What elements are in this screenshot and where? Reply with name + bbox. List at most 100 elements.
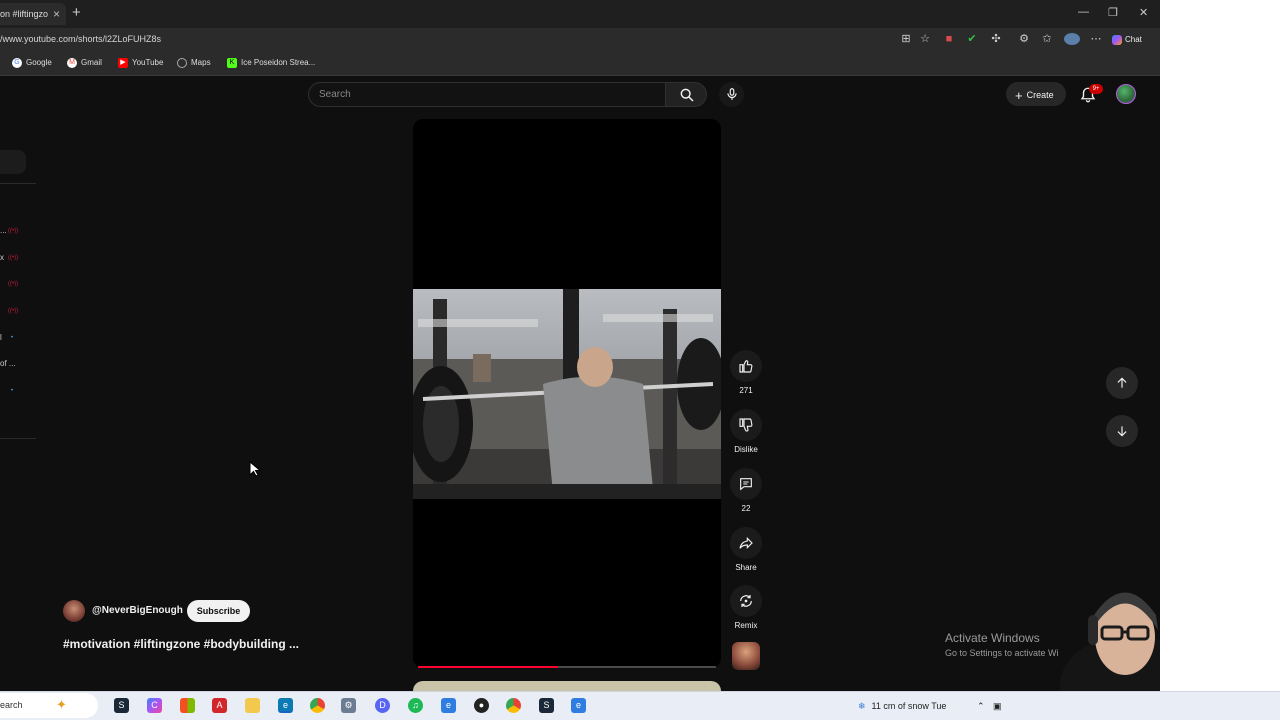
discord-icon[interactable]: D — [375, 698, 390, 713]
webcam-overlay — [1020, 575, 1160, 691]
share-button[interactable] — [730, 527, 762, 559]
subscribe-button[interactable]: Subscribe — [187, 600, 250, 622]
remix-button[interactable] — [730, 585, 762, 617]
progress-fill — [418, 666, 559, 668]
steam-icon[interactable]: S — [114, 698, 129, 713]
app-icon[interactable]: ⚙ — [341, 698, 356, 713]
split-screen-icon[interactable]: ⚙ — [1018, 33, 1030, 45]
arrow-down-icon — [1117, 426, 1127, 437]
minimize-icon[interactable]: — — [1078, 6, 1089, 18]
channel-avatar[interactable] — [63, 600, 85, 622]
next-short-button[interactable] — [1106, 415, 1138, 447]
video-caption[interactable]: #motivation #liftingzone #bodybuilding .… — [63, 637, 299, 651]
live-icon: ((•)) — [8, 255, 19, 261]
close-window-icon[interactable]: ✕ — [1139, 6, 1148, 19]
amd-icon[interactable]: A — [212, 698, 227, 713]
copilot-chat-button[interactable]: Chat — [1112, 32, 1156, 48]
channel-name[interactable]: @NeverBigEnough — [92, 605, 183, 616]
next-short-preview[interactable] — [413, 681, 721, 691]
bookmark-label: Ice Poseidon Strea... — [241, 58, 316, 68]
microsoft-store-icon[interactable] — [180, 698, 195, 713]
live-icon: ((•)) — [8, 281, 19, 287]
desktop-background — [1160, 0, 1280, 691]
sidebar-subscription-item[interactable]: x — [0, 253, 4, 262]
dislike-button[interactable] — [730, 409, 762, 441]
extensions-puzzle-icon[interactable]: ✣ — [990, 33, 1002, 45]
more-menu-icon[interactable]: ⋯ — [1090, 33, 1102, 45]
like-action[interactable]: 271 — [730, 350, 762, 395]
weather-widget[interactable]: ❄ 11 cm of snow Tue — [858, 701, 946, 712]
browser-tab[interactable]: on #liftingzo × — [0, 3, 66, 25]
dislike-label: Dislike — [734, 445, 758, 454]
address-bar — [0, 28, 1160, 52]
kick-icon: K — [227, 58, 237, 68]
share-action[interactable]: Share — [730, 527, 762, 572]
close-tab-icon[interactable]: × — [53, 7, 60, 21]
favorites-icon[interactable]: ✩ — [1041, 33, 1053, 45]
bookmark-youtube[interactable]: ▶ YouTube — [118, 58, 163, 68]
comments-action[interactable]: 22 — [730, 468, 762, 513]
live-icon: ((•)) — [8, 308, 19, 314]
voice-search-button[interactable] — [719, 82, 744, 107]
remix-action[interactable]: Remix — [730, 585, 762, 630]
previous-short-button[interactable] — [1106, 367, 1138, 399]
bookmark-maps[interactable]: Maps — [177, 58, 211, 68]
sidebar-subscription-item[interactable]: l — [0, 333, 2, 342]
comment-icon — [740, 478, 752, 491]
sidebar-selected-item[interactable] — [0, 150, 26, 174]
search-input[interactable]: Search — [308, 82, 666, 107]
sidebar-subscription-item[interactable]: of ... — [0, 359, 16, 368]
dislike-action[interactable]: Dislike — [730, 409, 762, 454]
weather-text: 11 cm of snow Tue — [871, 701, 947, 711]
new-tab-icon[interactable]: + — [72, 4, 81, 21]
create-button[interactable]: + Create — [1006, 82, 1066, 106]
live-icon: ((•)) — [8, 228, 19, 234]
bookmark-google[interactable]: G Google — [12, 58, 52, 68]
search-button[interactable] — [665, 82, 707, 107]
obs-icon[interactable]: ● — [474, 698, 489, 713]
checkmark-extension-icon[interactable]: ✔ — [966, 33, 978, 45]
restore-icon[interactable]: ❐ — [1108, 6, 1118, 19]
bookmark-label: Google — [26, 58, 52, 68]
copilot-icon — [1112, 35, 1122, 45]
sound-source-thumbnail[interactable] — [732, 642, 760, 670]
profile-icon[interactable] — [1064, 33, 1080, 45]
copilot-sparkle-icon: ✦ — [56, 697, 67, 712]
gmail-icon: M — [67, 58, 77, 68]
show-hidden-icons-chevron-icon[interactable]: ⌃ — [977, 701, 985, 712]
extension-icon[interactable]: ■ — [943, 33, 955, 45]
edge-app-icon[interactable]: e — [441, 698, 456, 713]
like-count: 271 — [739, 386, 753, 395]
file-explorer-icon[interactable] — [245, 698, 260, 713]
taskbar-search-label: earch — [0, 700, 23, 710]
sidebar-subscription-item[interactable]: ... — [0, 226, 7, 235]
remix-label: Remix — [734, 621, 758, 630]
taskbar-search[interactable]: earch ✦ — [0, 693, 98, 718]
bookmark-gmail[interactable]: M Gmail — [67, 58, 102, 68]
steam-app-icon[interactable]: S — [539, 698, 554, 713]
bookmark-ice-poseidon[interactable]: K Ice Poseidon Strea... — [227, 58, 315, 68]
bookmark-label: YouTube — [132, 58, 164, 68]
account-avatar[interactable] — [1116, 84, 1136, 104]
sidebar-divider — [0, 438, 36, 439]
comments-button[interactable] — [730, 468, 762, 500]
spotify-icon[interactable]: ♫ — [408, 698, 423, 713]
mouse-cursor-icon — [249, 461, 261, 477]
chrome-icon[interactable] — [310, 698, 325, 713]
chrome-profile-icon[interactable] — [506, 698, 521, 713]
share-label: Share — [735, 563, 757, 572]
tray-app-icon[interactable]: ▣ — [993, 701, 1002, 712]
edge-browser-icon[interactable]: e — [278, 698, 293, 713]
copilot-app-icon[interactable]: C — [147, 698, 162, 713]
url-field[interactable]: /www.youtube.com/shorts/l2ZLoFUHZ8s — [0, 34, 161, 44]
share-arrow-icon — [739, 536, 753, 550]
edge-dev-icon[interactable]: e — [571, 698, 586, 713]
app-available-icon[interactable]: ⊞ — [900, 33, 912, 45]
google-icon: G — [12, 58, 22, 68]
like-button[interactable] — [730, 350, 762, 382]
favorite-star-icon[interactable]: ☆ — [919, 33, 931, 45]
chat-label: Chat — [1125, 35, 1142, 45]
search-icon — [680, 88, 694, 102]
notification-badge: 9+ — [1089, 84, 1103, 94]
new-content-dot-icon: • — [11, 388, 14, 394]
